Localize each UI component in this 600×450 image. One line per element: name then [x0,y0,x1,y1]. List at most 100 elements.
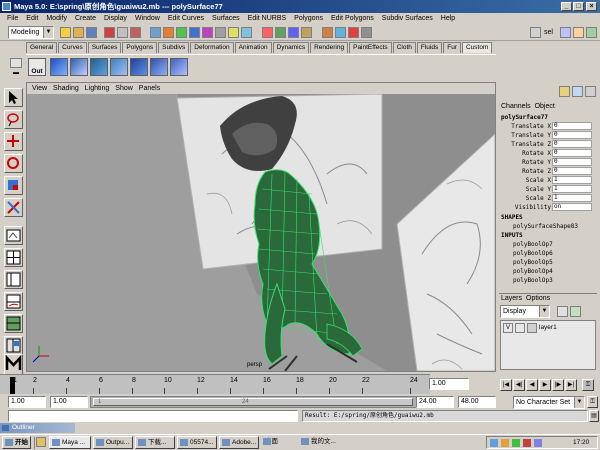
script-editor-icon[interactable]: ▤ [589,410,599,422]
mel-input-field[interactable] [8,410,298,422]
shelf-tab-curves[interactable]: Curves [58,42,87,53]
tray-network-icon[interactable] [490,439,498,447]
menu-edit-polygons[interactable]: Edit Polygons [327,13,378,24]
attr-value-field[interactable]: on [552,203,592,211]
options-menu[interactable]: Options [524,294,552,303]
menu-modify[interactable]: Modify [42,13,71,24]
mask-joint-icon[interactable] [163,27,174,38]
range-slider[interactable]: 1 24 [90,396,420,408]
go-to-start-icon[interactable]: |◀ [500,379,512,391]
layer-type-dropdown[interactable]: Display ▼ [500,305,550,318]
input-node[interactable]: polyBoolOp3 [499,276,597,285]
character-set-dropdown[interactable]: No Character Set ▼ [513,396,585,409]
animation-end-field[interactable]: 48.00 [458,396,496,408]
lasso-tool-icon[interactable] [4,110,23,129]
attr-value-field[interactable]: 1 [552,176,592,184]
taskbar-item-download[interactable]: 下载... [135,436,175,449]
render-icon[interactable] [335,27,346,38]
shelf-tab-subdivs[interactable]: Subdivs [158,42,190,53]
taskbar-my-documents[interactable]: 我的文... [299,436,343,449]
channel-box-menu-object[interactable]: Object [533,102,557,112]
taskbar-item-adobe[interactable]: Adobe... [219,436,259,449]
open-scene-icon[interactable] [73,27,84,38]
show-attribute-editor-icon[interactable] [560,27,571,38]
shelf-tab-general[interactable]: General [26,42,58,53]
input-node[interactable]: polyBoolOp5 [499,258,597,267]
panel-menu-view[interactable]: View [29,83,50,94]
attr-value-field[interactable]: 1 [552,194,592,202]
animation-start-field[interactable]: 1.00 [8,396,46,408]
ipr-render-icon[interactable] [348,27,359,38]
attr-value-field[interactable]: 0 [552,149,592,157]
play-forwards-icon[interactable]: ▶ [539,379,551,391]
boolean-shelf-icon[interactable] [170,58,188,76]
poly-sphere-shelf-icon[interactable] [70,58,88,76]
select-tool-icon[interactable] [4,88,23,107]
layers-menu[interactable]: Layers [499,294,524,303]
input-node[interactable]: polyBoolOp7 [499,240,597,249]
attribute-editor-toggle-icon[interactable] [559,86,570,97]
taskbar-desktop-toolbar[interactable]: 桌面 [261,436,297,449]
mask-rendering-icon[interactable] [228,27,239,38]
shelf-tab-painteffects[interactable]: PaintEffects [349,42,392,53]
taskbar-item-05574[interactable]: 05574... [177,436,217,449]
menu-window[interactable]: Window [131,13,164,24]
shelf-tab-custom[interactable]: Custom [461,42,493,53]
history-icon[interactable] [322,27,333,38]
time-slider[interactable]: 1 2 4 6 8 10 12 14 16 18 20 22 24 [0,374,430,394]
step-forward-icon[interactable]: |▶ [552,379,564,391]
channel-box-toggle-icon[interactable] [585,86,596,97]
menu-polygons[interactable]: Polygons [290,13,327,24]
outliner-minimized-window[interactable]: Outliner [0,423,75,433]
menu-file[interactable]: File [3,13,22,24]
shelf-tab-fur[interactable]: Fur [443,42,461,53]
attr-value-field[interactable]: 0 [552,122,592,130]
render-globals-icon[interactable] [361,27,372,38]
layer-color-swatch[interactable] [527,323,537,333]
scale-tool-icon[interactable] [4,176,23,195]
extrude-face-shelf-icon[interactable] [110,58,128,76]
snap-view-plane-icon[interactable] [301,27,312,38]
outliner-shelf-icon[interactable]: Out [28,58,46,76]
attr-value-field[interactable]: 0 [552,158,592,166]
shelf-tab-cloth[interactable]: Cloth [392,42,416,53]
maximize-button[interactable]: □ [573,2,584,11]
layer-name[interactable]: layer1 [539,324,557,331]
tray-app-icon[interactable] [512,439,520,447]
shelf-tab-deformation[interactable]: Deformation [190,42,234,53]
poly-cube-shelf-icon[interactable] [50,58,68,76]
shelf-tab-rendering[interactable]: Rendering [310,42,349,53]
shelf-tab-dynamics[interactable]: Dynamics [272,42,310,53]
mask-dynamics-icon[interactable] [215,27,226,38]
panel-menu-shading[interactable]: Shading [50,83,82,94]
layer-display-type-toggle[interactable] [515,323,525,333]
menu-set-dropdown[interactable]: Modeling ▼ [8,26,54,39]
select-hierarchy-icon[interactable] [104,27,115,38]
menu-edit[interactable]: Edit [22,13,42,24]
playback-start-field[interactable]: 1.00 [50,396,88,408]
show-channel-box-icon[interactable] [586,27,597,38]
menu-edit-nurbs[interactable]: Edit NURBS [244,13,291,24]
menu-subdiv-surfaces[interactable]: Subdiv Surfaces [378,13,437,24]
persp-outliner-layout-icon[interactable] [4,270,23,289]
shelf-tab-surfaces[interactable]: Surfaces [87,42,122,53]
snap-grid-icon[interactable] [262,27,273,38]
show-tool-settings-icon[interactable] [573,27,584,38]
mask-deformer-icon[interactable] [202,27,213,38]
start-button[interactable]: 开始 [2,436,31,449]
hypershade-layout-icon[interactable] [4,314,23,333]
poly-cylinder-shelf-icon[interactable] [90,58,108,76]
panel-menu-panels[interactable]: Panels [136,83,163,94]
shelf-collapse-icon[interactable]: ▬ [10,70,22,76]
mask-handle-icon[interactable] [150,27,161,38]
persp-hypershade-layout-icon[interactable] [4,336,23,355]
panel-menu-show[interactable]: Show [112,83,136,94]
tray-ime-icon[interactable] [534,439,542,447]
input-node[interactable]: polyBoolOp6 [499,249,597,258]
attr-value-field[interactable]: 0 [552,167,592,175]
split-polygon-shelf-icon[interactable] [130,58,148,76]
create-layer-selected-icon[interactable] [570,306,581,317]
mask-curve-icon[interactable] [176,27,187,38]
layer-visibility-toggle[interactable]: V [503,323,513,333]
playback-end-field[interactable]: 24.00 [416,396,454,408]
